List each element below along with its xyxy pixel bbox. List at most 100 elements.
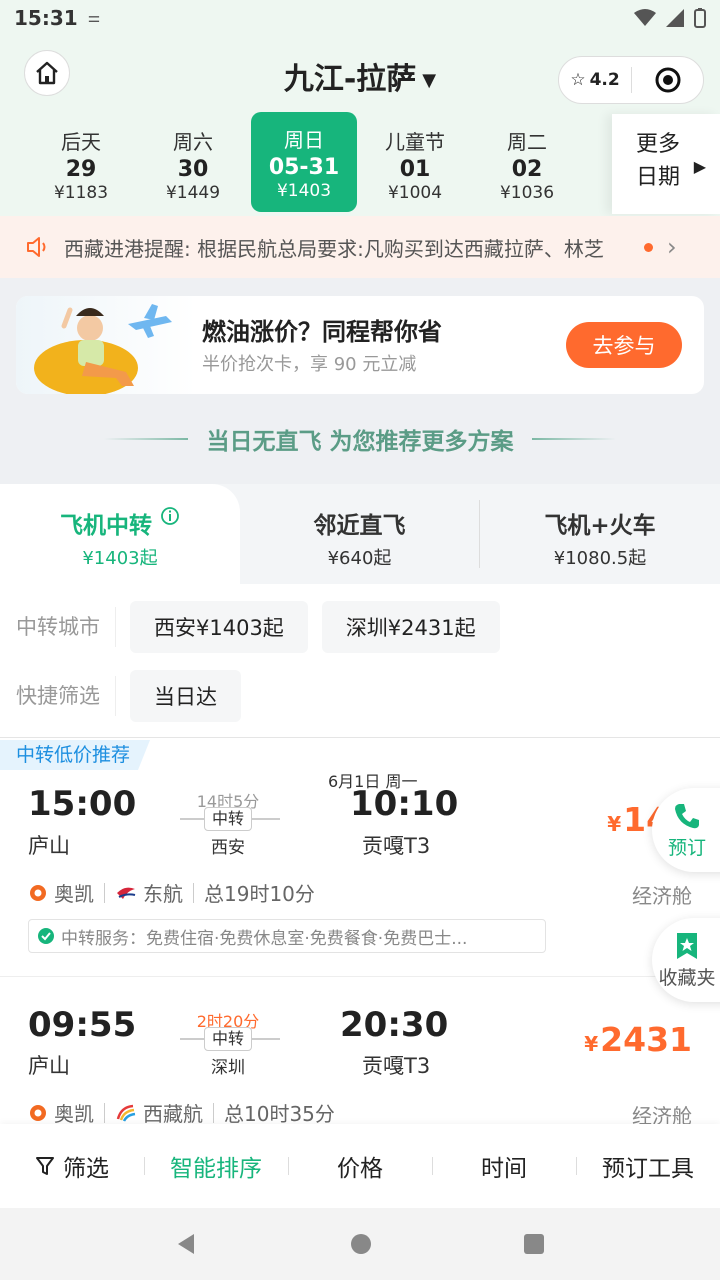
- join-button[interactable]: 去参与: [566, 322, 682, 368]
- tab-nearby-direct[interactable]: 邻近直飞 ¥640起: [240, 484, 479, 584]
- system-nav-bar: [0, 1208, 720, 1280]
- tab-transfer[interactable]: 飞机中转 ¥1403起: [0, 484, 240, 584]
- date-item[interactable]: 后天 29 ¥1183: [28, 114, 134, 212]
- recents-icon[interactable]: [522, 1232, 546, 1256]
- date-item-selected[interactable]: 周日 05-31 ¥1403: [251, 112, 357, 212]
- speaker-icon: [27, 237, 46, 257]
- back-icon[interactable]: [174, 1231, 200, 1257]
- price-value: 2431: [600, 1020, 692, 1059]
- close-mini-program-button[interactable]: [632, 66, 703, 94]
- star-icon: ☆: [570, 70, 586, 90]
- airline-name: 奥凯: [54, 1102, 94, 1126]
- currency-symbol: ¥: [607, 812, 622, 836]
- home-nav-icon[interactable]: [349, 1232, 373, 1256]
- flight-card[interactable]: 6月1日 周一 15:00 庐山 14时5分 中转 西安 10:10 贡嘎T3 …: [0, 738, 720, 976]
- favorites-label: 收藏夹: [658, 966, 716, 989]
- rating-value: 4.2: [589, 70, 620, 90]
- time-sort-button[interactable]: 时间: [432, 1149, 576, 1183]
- no-direct-text: 当日无直飞 为您推荐更多方案: [206, 429, 514, 455]
- notice-dot: [644, 242, 653, 252]
- departure-airport: 庐山: [28, 1054, 70, 1078]
- notice-bar[interactable]: 西藏进港提醒: 根据民航总局要求:凡购买到达西藏拉萨、林芝 ›: [0, 216, 720, 278]
- airline-name: 西藏航: [143, 1102, 203, 1126]
- date-price: ¥1036: [499, 183, 555, 203]
- status-bar: 15:31 ⚌: [0, 0, 720, 36]
- flight-list: 中转低价推荐 6月1日 周一 15:00 庐山 14时5分 中转 西安 10:1…: [0, 738, 720, 1138]
- total-duration: 总19时10分: [204, 882, 315, 906]
- tab-transfer-label: 飞机中转: [59, 513, 152, 539]
- airline-info: 奥凯 东航 总19时10分: [28, 878, 315, 907]
- date-weekday: 后天: [61, 130, 101, 154]
- transfer-badge: 中转: [204, 1027, 252, 1051]
- date-day: 05-31: [268, 155, 340, 180]
- price-sort-label: 价格: [337, 1156, 383, 1182]
- booking-tools-label: 预订工具: [602, 1156, 694, 1182]
- check-circle-icon: [38, 928, 54, 944]
- via-city: 西安: [211, 838, 245, 858]
- more-dates-line2: 日期: [636, 165, 681, 190]
- quick-filter-chip[interactable]: 当日达: [130, 670, 241, 722]
- signal-icon: [666, 9, 684, 27]
- tab-nearby-label: 邻近直飞: [313, 513, 406, 539]
- battery-icon: [694, 8, 706, 28]
- route-title-text: 九江-拉萨: [283, 62, 417, 97]
- date-item[interactable]: 周二 02 ¥1036: [474, 114, 580, 212]
- transfer-city-chip[interactable]: 深圳¥2431起: [321, 601, 500, 653]
- favorites-float-button[interactable]: 收藏夹: [652, 918, 720, 1002]
- target-icon: [655, 67, 680, 93]
- filter-button[interactable]: 筛选: [0, 1149, 144, 1183]
- arrival-airport: 贡嘎T3: [362, 1054, 431, 1078]
- price-sort-button[interactable]: 价格: [288, 1149, 432, 1183]
- date-weekday: 周六: [173, 130, 213, 154]
- filter-funnel-icon: [36, 1157, 54, 1175]
- smart-sort-label: 智能排序: [170, 1156, 262, 1182]
- via-city: 深圳: [211, 1058, 245, 1078]
- currency-symbol: ¥: [584, 1032, 599, 1056]
- tab-nearby-price: ¥640起: [327, 548, 392, 569]
- transfer-service-text: 中转服务：免费住宿·免费休息室·免费餐食·免费巴士...: [61, 928, 468, 949]
- chevron-right-icon: ▶: [693, 157, 706, 176]
- wifi-icon: [634, 9, 656, 26]
- notice-text: 西藏进港提醒: 根据民航总局要求:凡购买到达西藏拉萨、林芝: [64, 236, 604, 261]
- caret-down-icon: ▼: [422, 70, 437, 91]
- promo-banner[interactable]: 燃油涨价？同程帮你省 半价抢次卡，享 90 元立减 去参与: [16, 296, 704, 394]
- date-weekday: 儿童节: [385, 130, 445, 154]
- flight-card[interactable]: 09:55 庐山 2时20分 中转 深圳 20:30 贡嘎T3 ¥2431 奥凯…: [0, 977, 720, 1138]
- airline-info: 奥凯 西藏航 总10时35分: [28, 1098, 335, 1127]
- more-dates-button[interactable]: 更多 日期 ▶: [612, 114, 720, 214]
- date-day: 01: [399, 157, 431, 182]
- rating-button[interactable]: ☆ 4.2: [559, 70, 631, 90]
- date-day: 29: [65, 157, 97, 182]
- mini-program-capsule: ☆ 4.2: [558, 56, 704, 104]
- bottom-toolbar: 筛选 智能排序 价格 时间 预订工具: [0, 1124, 720, 1208]
- total-duration: 总10时35分: [224, 1102, 335, 1126]
- smart-sort-button[interactable]: 智能排序: [144, 1149, 288, 1183]
- date-weekday: 周日: [284, 128, 324, 152]
- no-direct-heading: 当日无直飞 为您推荐更多方案: [0, 418, 720, 460]
- flight-price: ¥2431: [584, 1020, 692, 1059]
- arrival-time: 20:30: [340, 1005, 449, 1045]
- okay-airways-logo-icon: [30, 1104, 46, 1121]
- tab-flight-train-label: 飞机+火车: [544, 513, 656, 539]
- heading-line-left: [104, 438, 189, 440]
- transfer-service-info: 中转服务：免费住宿·免费休息室·免费餐食·免费巴士...: [28, 919, 546, 953]
- arrival-airport: 贡嘎T3: [362, 834, 431, 858]
- bookmark-star-icon: [677, 932, 697, 959]
- transfer-city-chip[interactable]: 西安¥1403起: [130, 601, 308, 653]
- tibet-airlines-logo-icon: [116, 1104, 136, 1122]
- promo-illustration: [16, 296, 196, 394]
- date-item[interactable]: 儿童节 01 ¥1004: [362, 114, 468, 212]
- tab-flight-train-price: ¥1080.5起: [553, 548, 647, 569]
- promo-subtitle: 半价抢次卡，享 90 元立减: [202, 354, 417, 375]
- date-item[interactable]: 周六 30 ¥1449: [140, 114, 246, 212]
- booking-tools-button[interactable]: 预订工具: [576, 1149, 720, 1183]
- quick-filter-label: 快捷筛选: [0, 676, 116, 716]
- airline-name: 东航: [143, 882, 183, 906]
- info-icon: [161, 507, 179, 525]
- plan-tabs: 飞机中转 ¥1403起 邻近直飞 ¥640起 飞机+火车 ¥1080.5起: [0, 484, 720, 584]
- date-price: ¥1449: [165, 183, 221, 203]
- airline-name: 奥凯: [54, 882, 94, 906]
- departure-time: 09:55: [28, 1005, 137, 1045]
- china-eastern-logo-icon: [117, 887, 136, 899]
- tab-flight-train[interactable]: 飞机+火车 ¥1080.5起: [480, 484, 720, 584]
